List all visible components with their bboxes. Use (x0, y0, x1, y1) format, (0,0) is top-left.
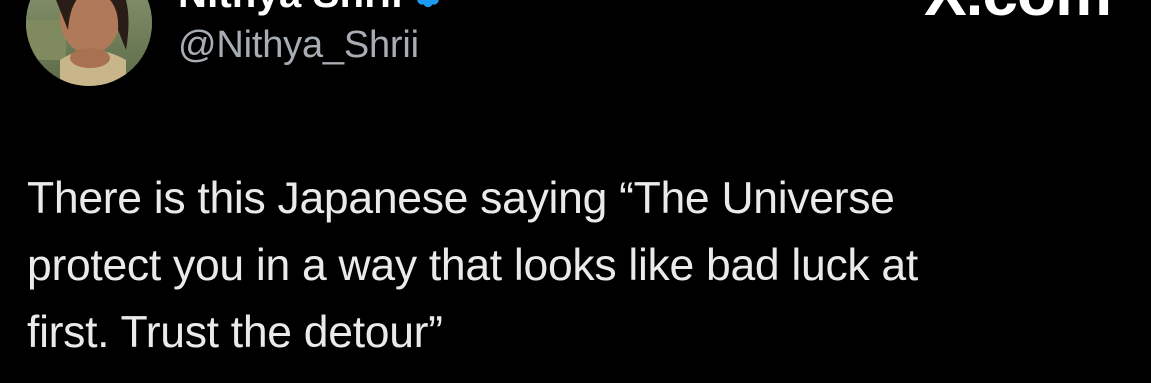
verified-badge-icon (413, 0, 443, 9)
tweet-text: There is this Japanese saying “The Unive… (27, 165, 1117, 366)
tweet-text-line: protect you in a way that looks like bad… (27, 241, 918, 290)
display-name[interactable]: Nithya Shrii (178, 0, 403, 17)
avatar-photo (26, 0, 152, 86)
avatar[interactable] (26, 0, 152, 86)
tweet-text-line: There is this Japanese saying “The Unive… (27, 174, 895, 223)
tweet-card: Nithya Shrii @Nithya_Shrii X.com There i… (0, 0, 1151, 383)
handle[interactable]: @Nithya_Shrii (178, 24, 419, 67)
site-logo-text: X.com (924, 0, 1112, 30)
tweet-text-line: first. Trust the detour” (27, 308, 443, 357)
display-name-row[interactable]: Nithya Shrii (178, 0, 443, 18)
